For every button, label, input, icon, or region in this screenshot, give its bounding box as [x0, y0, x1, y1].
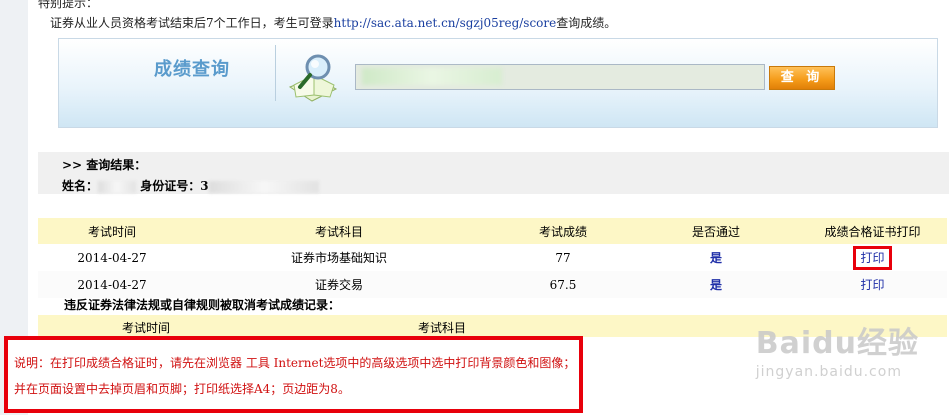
exam-score: 67.5 — [492, 271, 634, 298]
violation-col-date: 考试时间 — [122, 321, 171, 335]
notice-line-2: 并在页面设置中去掉页眉和页脚；打印纸选择A4；页边距为8。 — [14, 382, 350, 396]
violation-col-subject: 考试科目 — [418, 321, 467, 335]
watermark-logo: Baidu经验 — [755, 326, 919, 361]
tip-text-prefix: 证券从业人员资格考试结束后7个工作日，考生可登录 — [50, 16, 334, 30]
tip-text-suffix: 查询成绩。 — [556, 16, 617, 30]
col-certificate-print: 成绩合格证书打印 — [798, 218, 947, 244]
baidu-jingyan-watermark: Baidu经验 jingyan.baidu.com — [756, 318, 919, 380]
book-magnifier-icon — [284, 47, 344, 107]
score-query-box: 成绩查询 查 询 — [58, 38, 938, 128]
name-label: 姓名： — [62, 179, 99, 193]
score-site-link[interactable]: http://sac.ata.net.cn/sgzj05reg/score — [334, 16, 557, 30]
redacted-id — [208, 180, 319, 193]
query-input[interactable] — [355, 64, 765, 90]
print-cell: 打印 — [798, 271, 947, 298]
result-header: >> 查询结果： — [62, 158, 147, 172]
score-table: 考试时间 考试科目 考试成绩 是否通过 成绩合格证书打印 2014-04-27 … — [38, 218, 947, 298]
passed-status: 是 — [634, 271, 798, 298]
tip-line: 证券从业人员资格考试结束后7个工作日，考生可登录http://sac.ata.n… — [50, 14, 616, 31]
col-exam-score: 考试成绩 — [492, 218, 634, 244]
query-button[interactable]: 查 询 — [769, 66, 835, 90]
exam-subject: 证券交易 — [186, 271, 492, 298]
col-exam-subject: 考试科目 — [186, 218, 492, 244]
divider — [275, 45, 276, 101]
passed-status: 是 — [634, 244, 798, 271]
tip-title: 特别提示： — [38, 0, 99, 10]
col-exam-date: 考试时间 — [38, 218, 186, 244]
col-passed: 是否通过 — [634, 218, 798, 244]
print-cell: 打印 — [798, 244, 947, 271]
redacted-input-value — [362, 68, 502, 85]
exam-score: 77 — [492, 244, 634, 271]
notice-line-1: 说明：在打印成绩合格证时，请先在浏览器 工具 Internet选项中的高级选项中… — [14, 356, 576, 370]
query-result-box: >> 查询结果： 姓名： 身份证号：3 — [38, 152, 949, 194]
exam-date: 2014-04-27 — [38, 244, 186, 271]
print-certificate-link[interactable]: 打印 — [860, 278, 884, 292]
exam-subject: 证券市场基础知识 — [186, 244, 492, 271]
score-query-title: 成绩查询 — [154, 59, 230, 80]
id-prefix: 3 — [200, 179, 209, 193]
redacted-name — [98, 180, 137, 193]
id-label: 身份证号： — [140, 179, 201, 193]
watermark-url: jingyan.baidu.com — [755, 364, 902, 380]
result-info: 姓名： 身份证号：3 — [62, 177, 319, 194]
print-certificate-link[interactable]: 打印 — [853, 245, 892, 270]
violation-records-title: 违反证券法律法规或自律规则被取消考试成绩记录： — [64, 298, 341, 312]
table-row: 2014-04-27 证券交易 67.5 是 打印 — [38, 271, 947, 298]
exam-date: 2014-04-27 — [38, 271, 186, 298]
table-row: 2014-04-27 证券市场基础知识 77 是 打印 — [38, 244, 947, 271]
print-instructions-notice: 说明：在打印成绩合格证时，请先在浏览器 工具 Internet选项中的高级选项中… — [4, 336, 583, 413]
score-table-header: 考试时间 考试科目 考试成绩 是否通过 成绩合格证书打印 — [38, 218, 947, 244]
